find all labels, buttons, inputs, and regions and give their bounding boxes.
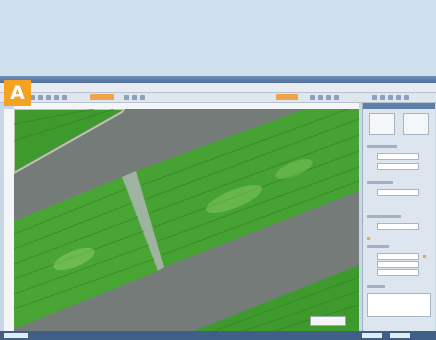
tool-icon[interactable] <box>404 95 409 100</box>
status-dot <box>423 255 426 258</box>
panel-field[interactable] <box>377 261 419 268</box>
tool-icon[interactable] <box>334 95 339 100</box>
tool-icon[interactable] <box>318 95 323 100</box>
thumbnail-icon[interactable] <box>403 113 429 135</box>
status-dot <box>367 237 370 240</box>
properties-panel <box>362 103 435 331</box>
status-segment <box>4 333 28 338</box>
tool-icon[interactable] <box>38 95 43 100</box>
notes-box[interactable] <box>367 293 431 317</box>
panel-section-label <box>367 181 393 184</box>
tool-icon[interactable] <box>396 95 401 100</box>
status-segment <box>390 333 410 338</box>
tool-icon[interactable] <box>388 95 393 100</box>
tool-icon[interactable] <box>140 95 145 100</box>
window-titlebar <box>0 76 436 83</box>
panel-field[interactable] <box>377 269 419 276</box>
tool-icon[interactable] <box>380 95 385 100</box>
panel-header <box>363 103 435 109</box>
panel-field[interactable] <box>377 253 419 260</box>
panel-section-label <box>367 215 401 218</box>
tool-icon[interactable] <box>54 95 59 100</box>
status-segment <box>362 333 382 338</box>
status-bar <box>0 331 436 340</box>
top-background <box>0 0 436 76</box>
tool-icon[interactable] <box>124 95 129 100</box>
scale-bar <box>310 316 346 326</box>
panel-field[interactable] <box>377 153 419 160</box>
thumbnail-icon[interactable] <box>369 113 395 135</box>
tool-icon[interactable] <box>62 95 67 100</box>
panel-section-label <box>367 285 385 288</box>
tool-icon[interactable] <box>310 95 315 100</box>
tool-icon[interactable] <box>46 95 51 100</box>
tool-icon[interactable] <box>132 95 137 100</box>
image-canvas[interactable] <box>14 109 359 331</box>
aerial-field-image <box>14 109 359 331</box>
tool-icon[interactable] <box>372 95 377 100</box>
tool-icon[interactable] <box>326 95 331 100</box>
panel-field[interactable] <box>377 189 419 196</box>
highlighted-tool-button[interactable] <box>90 94 114 100</box>
toolbar <box>0 93 436 103</box>
highlighted-tool-button[interactable] <box>276 94 298 100</box>
panel-section-label <box>367 145 397 148</box>
panel-label-badge: A <box>4 80 31 106</box>
panel-label: A <box>10 82 25 104</box>
application-window <box>0 76 436 340</box>
panel-field[interactable] <box>377 163 419 170</box>
menu-bar <box>0 83 436 93</box>
panel-section-label <box>367 245 389 248</box>
panel-field[interactable] <box>377 223 419 230</box>
